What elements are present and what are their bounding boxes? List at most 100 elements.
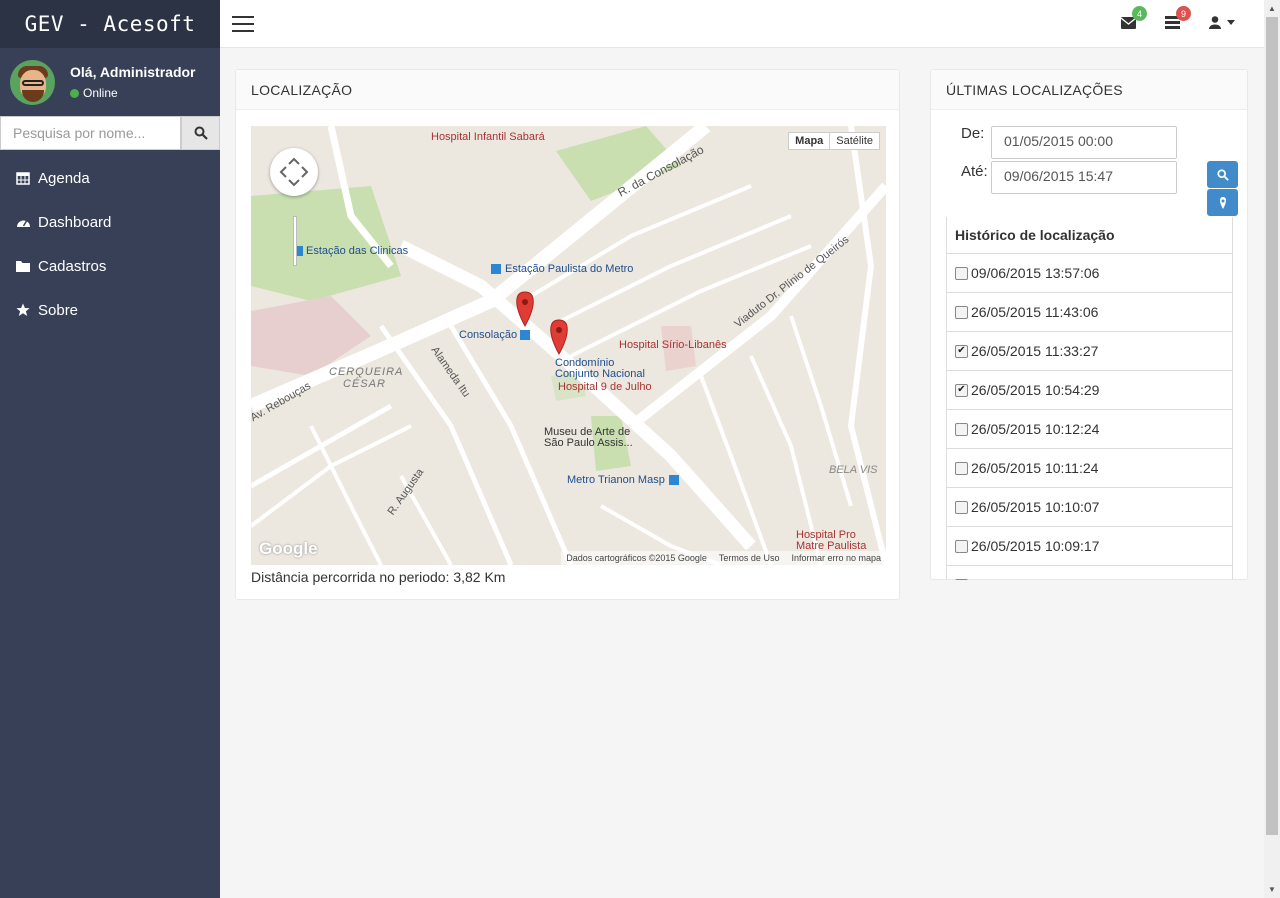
row-timestamp: 26/05/2015 11:43:06 xyxy=(971,304,1099,320)
sidebar-item-sobre[interactable]: Sobre xyxy=(0,288,220,332)
brand-title[interactable]: GEV - Acesoft xyxy=(0,0,220,48)
table-row[interactable]: 26/05/2015 10:10:07 xyxy=(947,488,1232,527)
sidebar-search xyxy=(0,116,220,150)
row-checkbox[interactable]: ✔ xyxy=(955,383,968,397)
map-label: Metro Trianon Masp xyxy=(567,474,665,486)
scroll-thumb[interactable] xyxy=(1266,17,1278,835)
location-panel: LOCALIZAÇÃO Mapa Satélite Hospital Infan… xyxy=(235,69,900,600)
sidebar-item-label: Sobre xyxy=(38,301,79,319)
row-checkbox[interactable] xyxy=(955,266,968,280)
map-label: BELA VIS xyxy=(829,464,878,476)
star-icon xyxy=(15,303,31,317)
table-row[interactable]: 26/05/2015 10:11:24 xyxy=(947,449,1232,488)
messages-button[interactable]: 4 xyxy=(1120,6,1147,32)
table-row[interactable]: 09/06/2015 13:57:06 xyxy=(947,254,1232,293)
search-icon xyxy=(1216,168,1229,181)
from-date-row: De: 01/05/2015 00:00 xyxy=(961,125,1177,159)
search-input[interactable] xyxy=(0,116,181,150)
show-on-map-button[interactable] xyxy=(1207,189,1238,216)
scroll-down-icon[interactable]: ▼ xyxy=(1264,881,1280,898)
row-timestamp: 26/05/2015 10:10:07 xyxy=(971,499,1100,515)
google-logo: Google xyxy=(259,539,318,558)
history-panel: ÚLTIMAS LOCALIZAÇÕES De: 01/05/2015 00:0… xyxy=(930,69,1248,580)
map-label: Hospital Sírio-Libanês xyxy=(619,339,727,351)
row-checkbox[interactable] xyxy=(955,500,968,514)
sidebar-item-label: Agenda xyxy=(38,169,90,187)
table-row[interactable]: ✔ 26/05/2015 10:54:29 xyxy=(947,371,1232,410)
sidebar-item-label: Cadastros xyxy=(38,257,107,275)
location-history-table: Histórico de localização 09/06/2015 13:5… xyxy=(946,217,1233,580)
table-row[interactable]: 26/05/2015 10:12:24 xyxy=(947,410,1232,449)
online-dot-icon xyxy=(70,88,79,98)
history-panel-title: ÚLTIMAS LOCALIZAÇÕES xyxy=(931,70,1247,110)
map-label: Hospital 9 de Julho xyxy=(558,381,652,393)
sidebar-nav: Agenda Dashboard Cadastros Sobre xyxy=(0,156,220,332)
row-checkbox[interactable] xyxy=(955,305,968,319)
map-label: Estação das Clinicas xyxy=(306,245,409,257)
search-icon xyxy=(194,126,208,140)
search-button[interactable] xyxy=(181,116,220,150)
scroll-up-icon[interactable]: ▲ xyxy=(1264,0,1280,17)
sidebar-item-cadastros[interactable]: Cadastros xyxy=(0,244,220,288)
from-date-field[interactable]: 01/05/2015 00:00 xyxy=(991,126,1177,159)
row-timestamp: 26/05/2015 10:09:17 xyxy=(971,538,1100,554)
map-data-credit: Dados cartográficos ©2015 Google xyxy=(566,553,707,563)
topbar: 4 9 xyxy=(220,0,1264,48)
user-greeting: Olá, Administrador xyxy=(70,64,196,80)
table-row[interactable]: ✔ 26/05/2015 11:33:27 xyxy=(947,332,1232,371)
history-table-header: Histórico de localização xyxy=(947,217,1232,254)
sidebar: GEV - Acesoft Olá, Administrador Online … xyxy=(0,0,220,898)
user-panel: Olá, Administrador Online xyxy=(0,48,220,116)
row-checkbox[interactable] xyxy=(955,578,968,580)
map-label: CERQUEIRA xyxy=(329,366,404,378)
sidebar-item-dashboard[interactable]: Dashboard xyxy=(0,200,220,244)
map-pan-control[interactable] xyxy=(270,148,318,196)
row-timestamp: 26/05/2015 10:12:24 xyxy=(971,421,1100,437)
distance-text: Distância percorrida no periodo: 3,82 Km xyxy=(251,569,506,585)
page-scrollbar[interactable]: ▲ ▼ xyxy=(1264,0,1280,898)
map-marker-icon xyxy=(1219,196,1226,209)
caret-down-icon xyxy=(1227,20,1235,25)
to-date-label: Até: xyxy=(961,163,988,180)
search-history-button[interactable] xyxy=(1207,161,1238,188)
table-row[interactable]: 26/05/2015 10:09:17 xyxy=(947,527,1232,566)
table-row[interactable] xyxy=(947,566,1232,580)
from-date-label: De: xyxy=(961,125,985,142)
map-label: Hospital Infantil Sabará xyxy=(431,131,545,143)
row-checkbox[interactable] xyxy=(955,422,968,436)
sidebar-item-label: Dashboard xyxy=(38,213,112,231)
to-date-row: Até: 09/06/2015 15:47 xyxy=(961,161,1177,194)
messages-badge: 4 xyxy=(1132,6,1147,21)
map-label: Consolação xyxy=(459,329,518,341)
row-checkbox[interactable] xyxy=(955,539,968,553)
tasks-badge: 9 xyxy=(1176,6,1191,21)
row-checkbox[interactable]: ✔ xyxy=(955,344,968,358)
sidebar-item-agenda[interactable]: Agenda xyxy=(0,156,220,200)
map-footer: Dados cartográficos ©2015 Google Termos … xyxy=(561,551,886,565)
map-type-satellite-button[interactable]: Satélite xyxy=(830,133,879,149)
table-row[interactable]: 26/05/2015 11:43:06 xyxy=(947,293,1232,332)
user-status: Online xyxy=(70,86,196,100)
tasks-button[interactable]: 9 xyxy=(1165,6,1191,32)
to-date-field[interactable]: 09/06/2015 15:47 xyxy=(991,161,1177,194)
map-label: São Paulo Assis... xyxy=(544,437,633,449)
user-icon xyxy=(1209,16,1221,29)
map-terms-link[interactable]: Termos de Uso xyxy=(719,553,780,563)
map-label: Estação Paulista do Metro xyxy=(505,263,634,275)
location-panel-title: LOCALIZAÇÃO xyxy=(236,70,899,110)
user-menu-button[interactable] xyxy=(1209,16,1235,29)
map-view[interactable]: Mapa Satélite Hospital Infantil Sabará R… xyxy=(251,126,886,565)
menu-toggle-icon[interactable] xyxy=(232,16,254,32)
row-timestamp: 26/05/2015 10:54:29 xyxy=(971,382,1100,398)
map-label: CÉSAR xyxy=(343,378,386,390)
row-timestamp: 26/05/2015 10:11:24 xyxy=(971,460,1099,476)
map-report-link[interactable]: Informar erro no mapa xyxy=(791,553,881,563)
dashboard-icon xyxy=(15,216,31,229)
map-type-control: Mapa Satélite xyxy=(788,132,880,150)
row-checkbox[interactable] xyxy=(955,461,968,475)
map-canvas xyxy=(251,126,886,565)
map-zoom-slider[interactable] xyxy=(293,216,297,266)
calendar-icon xyxy=(15,171,31,185)
map-type-map-button[interactable]: Mapa xyxy=(789,133,831,149)
pan-arrows-icon xyxy=(279,157,309,187)
